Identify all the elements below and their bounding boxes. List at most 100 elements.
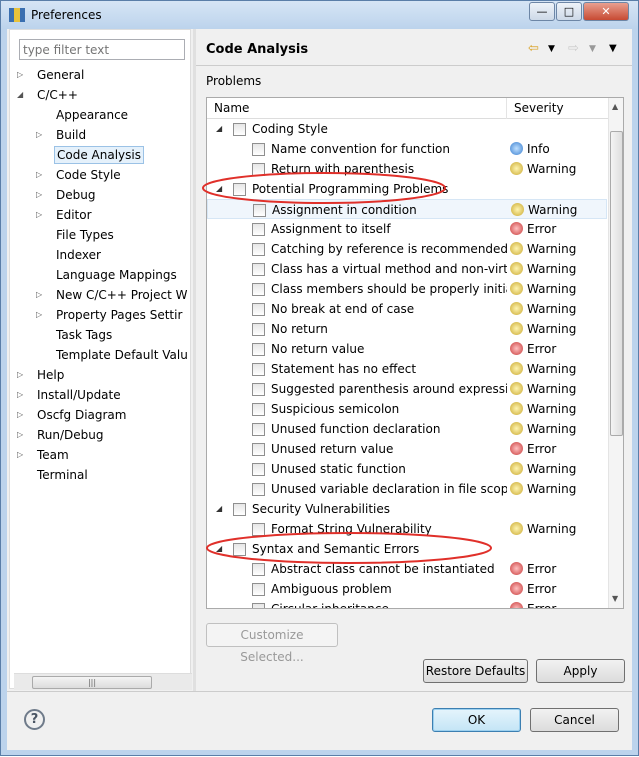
tree-item[interactable]: Language Mappings xyxy=(54,266,179,284)
collapsed-icon[interactable]: ▷ xyxy=(36,190,42,199)
checkbox[interactable] xyxy=(252,563,265,576)
severity[interactable]: Warning xyxy=(510,159,576,179)
checkbox[interactable] xyxy=(252,583,265,596)
table-row[interactable]: Class members should be properly initial… xyxy=(207,279,607,299)
ok-button[interactable]: OK xyxy=(432,708,521,732)
forward-arrow-icon[interactable]: ⇨ xyxy=(568,41,579,56)
table-row[interactable]: Unused variable declaration in file scop… xyxy=(207,479,607,499)
expanded-icon[interactable]: ◢ xyxy=(216,499,222,519)
collapsed-icon[interactable]: ▷ xyxy=(17,370,23,379)
collapsed-icon[interactable]: ▷ xyxy=(36,290,42,299)
back-dropdown-icon[interactable]: ▼ xyxy=(548,44,555,54)
table-row[interactable]: Format String Vulnerability Warning xyxy=(207,519,607,539)
severity[interactable]: Error xyxy=(510,339,556,359)
table-row[interactable]: Circular inheritance Error xyxy=(207,599,607,608)
severity[interactable]: Warning xyxy=(510,379,576,399)
apply-button[interactable]: Apply xyxy=(536,659,625,683)
tree-item[interactable]: C/C++ xyxy=(35,86,80,104)
checkbox[interactable] xyxy=(253,204,266,217)
tree-item[interactable]: Team xyxy=(35,446,71,464)
checkbox[interactable] xyxy=(252,443,265,456)
checkbox[interactable] xyxy=(233,543,246,556)
tree-item[interactable]: Oscfg Diagram xyxy=(35,406,128,424)
severity[interactable]: Error xyxy=(510,599,556,608)
column-severity[interactable]: Severity xyxy=(514,101,564,115)
category-row[interactable]: ◢ Syntax and Semantic Errors xyxy=(207,539,607,559)
scroll-thumb[interactable]: ||| xyxy=(32,676,152,689)
checkbox[interactable] xyxy=(252,383,265,396)
checkbox[interactable] xyxy=(252,143,265,156)
table-row[interactable]: Catching by reference is recommended Warn… xyxy=(207,239,607,259)
table-row[interactable]: Class has a virtual method and non-virtu… xyxy=(207,259,607,279)
severity[interactable]: Error xyxy=(510,579,556,599)
maximize-button[interactable]: □ xyxy=(556,2,582,21)
checkbox[interactable] xyxy=(252,403,265,416)
checkbox[interactable] xyxy=(252,163,265,176)
collapsed-icon[interactable]: ▷ xyxy=(36,310,42,319)
checkbox[interactable] xyxy=(252,323,265,336)
tree-item[interactable]: Code Style xyxy=(54,166,123,184)
tree-item[interactable]: General xyxy=(35,66,86,84)
scroll-thumb[interactable] xyxy=(610,131,623,436)
tree-item[interactable]: Template Default Valu xyxy=(54,346,190,364)
checkbox[interactable] xyxy=(252,243,265,256)
back-arrow-icon[interactable]: ⇦ xyxy=(528,41,539,56)
forward-dropdown-icon[interactable]: ▼ xyxy=(589,44,596,54)
checkbox[interactable] xyxy=(233,123,246,136)
horizontal-scrollbar[interactable]: ||| xyxy=(14,673,192,690)
help-icon[interactable]: ? xyxy=(24,709,45,730)
table-row[interactable]: Assignment to itself Error xyxy=(207,219,607,239)
title-bar[interactable]: Preferences — □ ✕ xyxy=(1,1,638,29)
checkbox[interactable] xyxy=(252,363,265,376)
severity[interactable]: Warning xyxy=(510,299,576,319)
severity[interactable]: Warning xyxy=(510,239,576,259)
severity[interactable]: Warning xyxy=(510,479,576,499)
collapsed-icon[interactable]: ▷ xyxy=(36,210,42,219)
table-row[interactable]: Unused return value Error xyxy=(207,439,607,459)
tree-item[interactable]: Terminal xyxy=(35,466,90,484)
view-menu-icon[interactable]: ▼ xyxy=(609,43,617,54)
table-row[interactable]: Unused function declaration Warning xyxy=(207,419,607,439)
customize-selected-button[interactable]: Customize Selected... xyxy=(206,623,338,664)
table-row[interactable]: Suspicious semicolon Warning xyxy=(207,399,607,419)
table-row[interactable]: No return Warning xyxy=(207,319,607,339)
filter-input[interactable] xyxy=(19,39,185,60)
table-row[interactable]: Statement has no effect Warning xyxy=(207,359,607,379)
table-row[interactable]: Name convention for function Info xyxy=(207,139,607,159)
expanded-icon[interactable]: ◢ xyxy=(216,539,222,559)
collapsed-icon[interactable]: ▷ xyxy=(17,430,23,439)
tree-item[interactable]: Build xyxy=(54,126,88,144)
checkbox[interactable] xyxy=(252,303,265,316)
checkbox[interactable] xyxy=(233,503,246,516)
column-name[interactable]: Name xyxy=(214,101,249,115)
severity[interactable]: Warning xyxy=(510,319,576,339)
severity[interactable]: Error xyxy=(510,559,556,579)
tree-item[interactable]: Task Tags xyxy=(54,326,114,344)
expanded-icon[interactable]: ◢ xyxy=(17,90,23,99)
table-row[interactable]: Abstract class cannot be instantiated Err… xyxy=(207,559,607,579)
checkbox[interactable] xyxy=(233,183,246,196)
collapsed-icon[interactable]: ▷ xyxy=(17,390,23,399)
table-row[interactable]: Suggested parenthesis around expression W… xyxy=(207,379,607,399)
restore-defaults-button[interactable]: Restore Defaults xyxy=(423,659,528,683)
checkbox[interactable] xyxy=(252,283,265,296)
tree-item[interactable]: Install/Update xyxy=(35,386,123,404)
severity[interactable]: Warning xyxy=(510,459,576,479)
close-button[interactable]: ✕ xyxy=(583,2,629,21)
severity[interactable]: Warning xyxy=(510,259,576,279)
tree-item[interactable]: File Types xyxy=(54,226,116,244)
category-row[interactable]: ◢ Coding Style xyxy=(207,121,607,139)
checkbox[interactable] xyxy=(252,603,265,608)
table-row[interactable]: Ambiguous problem Error xyxy=(207,579,607,599)
checkbox[interactable] xyxy=(252,223,265,236)
checkbox[interactable] xyxy=(252,423,265,436)
severity[interactable]: Warning xyxy=(510,519,576,539)
cancel-button[interactable]: Cancel xyxy=(530,708,619,732)
severity[interactable]: Error xyxy=(510,219,556,239)
severity[interactable]: Warning xyxy=(510,279,576,299)
expanded-icon[interactable]: ◢ xyxy=(216,179,222,199)
checkbox[interactable] xyxy=(252,343,265,356)
tree-item[interactable]: Property Pages Settir xyxy=(54,306,184,324)
scroll-down-icon[interactable]: ▼ xyxy=(612,594,618,603)
category-row[interactable]: ◢ Security Vulnerabilities xyxy=(207,499,607,519)
